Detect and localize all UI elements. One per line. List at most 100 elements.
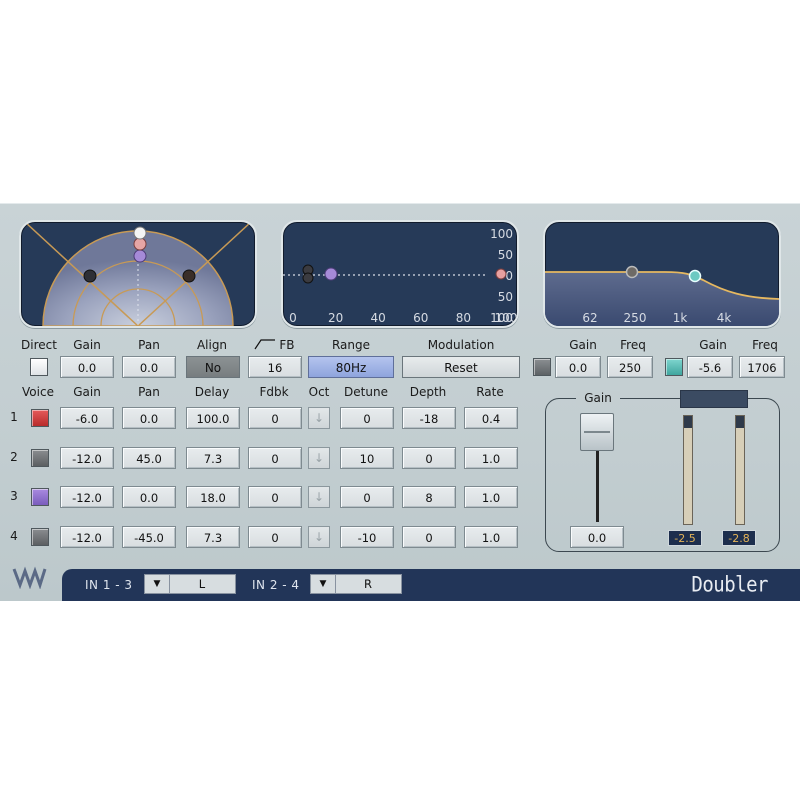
- rate-header: Rate: [462, 385, 518, 399]
- input-1-3-select[interactable]: ▼ L: [144, 574, 236, 594]
- direct-enable-toggle[interactable]: [30, 358, 48, 376]
- voice-detune-field[interactable]: 0: [340, 486, 394, 508]
- meter-right-value: -2.8: [722, 530, 756, 546]
- eq-high-gain-field[interactable]: -5.6: [687, 356, 733, 378]
- voice-delay-field[interactable]: 100.0: [186, 407, 240, 429]
- voice-pan-field[interactable]: 0.0: [122, 407, 176, 429]
- voice-number: 3: [7, 489, 21, 503]
- pan-header: Pan: [122, 385, 176, 399]
- voice-gain-field[interactable]: -12.0: [60, 526, 114, 548]
- voice-3-enable-toggle[interactable]: [31, 488, 49, 506]
- voice-rate-field[interactable]: 1.0: [464, 526, 518, 548]
- voice-rate-field[interactable]: 0.4: [464, 407, 518, 429]
- voice-pan-field[interactable]: 45.0: [122, 447, 176, 469]
- master-fader-grip: [584, 431, 610, 433]
- voice-detune-field[interactable]: 10: [340, 447, 394, 469]
- align-label: Align: [184, 338, 240, 352]
- eq-x-tick-label: 250: [624, 311, 647, 325]
- voice-detune-field[interactable]: 0: [340, 407, 394, 429]
- voice-fdbk-field[interactable]: 0: [248, 526, 302, 548]
- delay-x-tick-label: 60: [413, 311, 428, 325]
- voice-fdbk-field[interactable]: 0: [248, 486, 302, 508]
- voice-gain-field[interactable]: -12.0: [60, 486, 114, 508]
- delay-x-tick-label: 40: [371, 311, 386, 325]
- voice-depth-field[interactable]: 0: [402, 447, 456, 469]
- pan-voice-left-handle: [84, 270, 96, 282]
- eq-high-freq-field[interactable]: 1706: [739, 356, 785, 378]
- eq-low-handle: [627, 267, 638, 278]
- direct-pan-field[interactable]: 0.0: [122, 356, 176, 378]
- voice-depth-field[interactable]: -18: [402, 407, 456, 429]
- master-fader-handle[interactable]: [580, 413, 614, 451]
- delay-x-tick-label: 20: [328, 311, 343, 325]
- direct-gain-field[interactable]: 0.0: [60, 356, 114, 378]
- voice-gain-field[interactable]: -6.0: [60, 407, 114, 429]
- voice-delay-field[interactable]: 7.3: [186, 447, 240, 469]
- delay-display[interactable]: 10050050100 020406080100: [281, 220, 519, 328]
- voice-number: 2: [7, 450, 21, 464]
- voice-pan-field[interactable]: -45.0: [122, 526, 176, 548]
- delay-header: Delay: [184, 385, 240, 399]
- meter-left-value: -2.5: [668, 530, 702, 546]
- master-gain-field[interactable]: 0.0: [570, 526, 624, 548]
- direct-pan-label: Pan: [122, 338, 176, 352]
- direct-gain-label: Gain: [60, 338, 114, 352]
- delay-y-tick-label: 0: [505, 269, 513, 283]
- plugin-title: Doubler: [691, 573, 768, 597]
- input-2-4-select[interactable]: ▼ R: [310, 574, 402, 594]
- voice-fdbk-field[interactable]: 0: [248, 447, 302, 469]
- fb-label-text: FB: [279, 338, 294, 352]
- voice-detune-field[interactable]: -10: [340, 526, 394, 548]
- eq-high-freq-label: Freq: [738, 338, 792, 352]
- range-button[interactable]: 80Hz: [308, 356, 394, 378]
- chevron-down-icon: ▼: [311, 575, 336, 593]
- voice-oct-down-icon[interactable]: ↓: [308, 486, 330, 508]
- pan-direct-handle: [134, 227, 146, 239]
- range-label: Range: [308, 338, 394, 352]
- eq-x-tick-label: 62: [582, 311, 597, 325]
- align-button[interactable]: No: [186, 356, 240, 378]
- pan-display[interactable]: [19, 220, 257, 328]
- detune-header: Detune: [338, 385, 394, 399]
- voice-oct-down-icon[interactable]: ↓: [308, 407, 330, 429]
- fb-label: FB: [246, 338, 302, 352]
- chevron-down-icon: ▼: [145, 575, 170, 593]
- eq-low-gain-label: Gain: [556, 338, 610, 352]
- voice-2-enable-toggle[interactable]: [31, 449, 49, 467]
- voice-gain-field[interactable]: -12.0: [60, 447, 114, 469]
- voice-number: 4: [7, 529, 21, 543]
- meter-left: [683, 415, 693, 525]
- eq-high-enable-toggle[interactable]: [665, 358, 683, 376]
- voice-rate-field[interactable]: 1.0: [464, 447, 518, 469]
- voice-number: 1: [7, 410, 21, 424]
- voice-1-enable-toggle[interactable]: [31, 409, 49, 427]
- eq-low-freq-field[interactable]: 250: [607, 356, 653, 378]
- eq-high-gain-label: Gain: [686, 338, 740, 352]
- voice-rate-field[interactable]: 1.0: [464, 486, 518, 508]
- voice-depth-field[interactable]: 0: [402, 526, 456, 548]
- eq-high-handle: [690, 271, 701, 282]
- voice-oct-down-icon[interactable]: ↓: [308, 447, 330, 469]
- doubler-plugin-panel: 10050050100 020406080100 622501k4k Direc…: [0, 203, 800, 601]
- eq-x-tick-label: 4k: [717, 311, 732, 325]
- modulation-reset-button[interactable]: Reset: [402, 356, 520, 378]
- voice-fdbk-field[interactable]: 0: [248, 407, 302, 429]
- eq-low-enable-toggle[interactable]: [533, 358, 551, 376]
- eq-display[interactable]: 622501k4k: [543, 220, 781, 328]
- pan-voice-right-handle: [183, 270, 195, 282]
- delay-voice-1-handle: [496, 269, 506, 279]
- voice-delay-field[interactable]: 7.3: [186, 526, 240, 548]
- fdbk-header: Fdbk: [246, 385, 302, 399]
- delay-y-tick-label: 100: [490, 227, 513, 241]
- voice-depth-field[interactable]: 8: [402, 486, 456, 508]
- delay-x-tick-label: 100: [495, 311, 517, 325]
- master-gain-label: Gain: [576, 391, 620, 405]
- fb-field[interactable]: 16: [248, 356, 302, 378]
- input-1-3-value: L: [169, 575, 235, 593]
- voice-pan-field[interactable]: 0.0: [122, 486, 176, 508]
- voice-delay-field[interactable]: 18.0: [186, 486, 240, 508]
- voice-oct-down-icon[interactable]: ↓: [308, 526, 330, 548]
- eq-low-gain-field[interactable]: 0.0: [555, 356, 601, 378]
- voice-4-enable-toggle[interactable]: [31, 528, 49, 546]
- io-bar: IN 1 - 3 ▼ L IN 2 - 4 ▼ R Doubler: [62, 569, 800, 601]
